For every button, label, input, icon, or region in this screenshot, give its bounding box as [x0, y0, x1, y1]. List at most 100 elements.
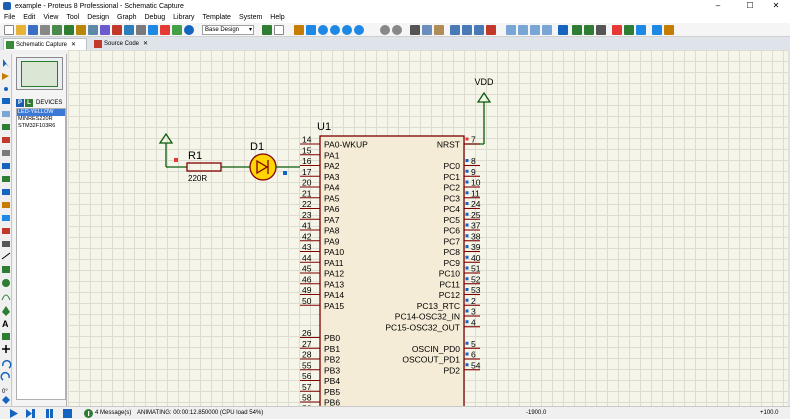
wire-autorouter-icon[interactable]	[558, 25, 568, 35]
voltage-probe-icon[interactable]	[2, 215, 10, 221]
grid-toggle-icon[interactable]	[274, 25, 284, 35]
close-project-icon[interactable]	[40, 25, 50, 35]
selection-mode-icon[interactable]	[3, 59, 9, 67]
bill-of-materials-icon[interactable]	[636, 25, 646, 35]
project-notes-icon[interactable]	[160, 25, 170, 35]
pan-icon[interactable]	[306, 25, 316, 35]
message-count[interactable]: 4 Message(s)	[95, 410, 131, 416]
block-rotate-icon[interactable]	[474, 25, 484, 35]
tab-source-code[interactable]: Source Code ✕	[92, 38, 156, 50]
terminals-icon[interactable]	[2, 150, 10, 156]
play-icon[interactable]	[9, 409, 18, 418]
refresh-icon[interactable]	[262, 25, 272, 35]
vdd-power-terminal[interactable]: VDD	[474, 77, 494, 144]
overview-viewport[interactable]	[21, 61, 58, 87]
save-icon[interactable]	[28, 25, 38, 35]
pick-device-icon[interactable]	[506, 25, 516, 35]
property-assignment-icon[interactable]	[584, 25, 594, 35]
vsm-studio-icon[interactable]	[148, 25, 158, 35]
stop-icon[interactable]	[63, 409, 72, 418]
minimize-button[interactable]: –	[704, 0, 732, 12]
paste-icon[interactable]	[434, 25, 444, 35]
zoom-all-icon[interactable]	[342, 25, 352, 35]
library-manager-button[interactable]: L	[25, 98, 33, 107]
block-delete-icon[interactable]	[486, 25, 496, 35]
menu-system[interactable]: System	[235, 12, 266, 23]
list-item[interactable]: STM32F103R6	[17, 123, 65, 130]
schematic-canvas[interactable]: VDD R1 220R D1 U1 14 PA0-WKUP 15 PA1 16 PA2	[68, 50, 788, 406]
text-2d-icon[interactable]: A	[2, 319, 9, 329]
tab-schematic-capture[interactable]: Schematic Capture ✕	[3, 38, 87, 50]
bom-icon[interactable]	[112, 25, 122, 35]
make-device-icon[interactable]	[518, 25, 528, 35]
generator-mode-icon[interactable]	[2, 202, 10, 208]
menu-library[interactable]: Library	[169, 12, 198, 23]
pause-icon[interactable]	[45, 409, 54, 418]
symbol-2d-icon[interactable]	[2, 333, 10, 340]
import-icon[interactable]	[172, 25, 182, 35]
resistor-r1[interactable]: R1 220R	[186, 150, 222, 183]
help-icon[interactable]	[184, 25, 194, 35]
new-sheet-icon[interactable]	[596, 25, 606, 35]
schematic-icon[interactable]	[64, 25, 74, 35]
close-icon[interactable]: ✕	[71, 42, 76, 48]
netlist-to-ares-icon[interactable]	[664, 25, 674, 35]
zoom-in-icon[interactable]	[318, 25, 328, 35]
menu-help[interactable]: Help	[266, 12, 288, 23]
virtual-instruments-icon[interactable]	[2, 241, 10, 247]
undo-icon[interactable]	[380, 25, 390, 35]
component-mode-icon[interactable]	[2, 73, 9, 80]
erc-report-icon[interactable]	[652, 25, 662, 35]
buses-icon[interactable]	[2, 124, 10, 130]
menu-debug[interactable]: Debug	[141, 12, 170, 23]
menu-design[interactable]: Design	[83, 12, 113, 23]
text-script-icon[interactable]	[2, 111, 10, 117]
pcb-layout-icon[interactable]	[76, 25, 86, 35]
menu-graph[interactable]: Graph	[113, 12, 140, 23]
origin-icon[interactable]	[294, 25, 304, 35]
menu-tool[interactable]: Tool	[62, 12, 83, 23]
packaging-tool-icon[interactable]	[530, 25, 540, 35]
menu-edit[interactable]: Edit	[19, 12, 39, 23]
current-probe-icon[interactable]	[2, 228, 10, 234]
open-folder-icon[interactable]	[16, 25, 26, 35]
close-button[interactable]: ✕	[762, 0, 790, 12]
home-icon[interactable]	[52, 25, 62, 35]
box-2d-icon[interactable]	[2, 266, 10, 273]
cut-icon[interactable]	[410, 25, 420, 35]
list-item[interactable]: LED-YELLOW	[17, 109, 65, 116]
step-icon[interactable]	[26, 409, 35, 418]
copy-icon[interactable]	[422, 25, 432, 35]
line-2d-icon[interactable]	[1, 252, 11, 260]
gerber-viewer-icon[interactable]	[100, 25, 110, 35]
redo-icon[interactable]	[392, 25, 402, 35]
maximize-button[interactable]: ☐	[736, 0, 764, 12]
overview-window[interactable]	[16, 57, 63, 90]
close-icon[interactable]: ✕	[143, 41, 148, 47]
menu-template[interactable]: Template	[199, 12, 235, 23]
path-2d-icon[interactable]	[2, 306, 10, 316]
exit-to-parent-icon[interactable]	[624, 25, 634, 35]
marker-2d-icon[interactable]	[2, 345, 10, 353]
tape-recorder-icon[interactable]	[2, 189, 10, 195]
device-pins-icon[interactable]	[2, 163, 10, 169]
list-item[interactable]: MINRES220R	[17, 116, 65, 123]
mirror-icon[interactable]	[2, 396, 10, 404]
remove-sheet-icon[interactable]	[612, 25, 622, 35]
zoom-area-icon[interactable]	[354, 25, 364, 35]
junction-dot-icon[interactable]	[4, 87, 8, 91]
graph-mode-icon[interactable]	[2, 176, 10, 182]
led-d1[interactable]: D1	[249, 141, 277, 181]
new-file-icon[interactable]	[4, 25, 14, 35]
circle-2d-icon[interactable]	[2, 279, 10, 287]
search-tag-icon[interactable]	[572, 25, 582, 35]
3d-visualizer-icon[interactable]	[88, 25, 98, 35]
wire-label-icon[interactable]	[2, 98, 10, 104]
decompose-icon[interactable]	[542, 25, 552, 35]
rotate-anticlockwise-icon[interactable]	[0, 371, 10, 381]
menu-view[interactable]: View	[39, 12, 62, 23]
pick-devices-button[interactable]: P	[16, 98, 24, 107]
subcircuit-icon[interactable]	[2, 137, 10, 143]
source-code-icon[interactable]	[136, 25, 146, 35]
block-move-icon[interactable]	[462, 25, 472, 35]
